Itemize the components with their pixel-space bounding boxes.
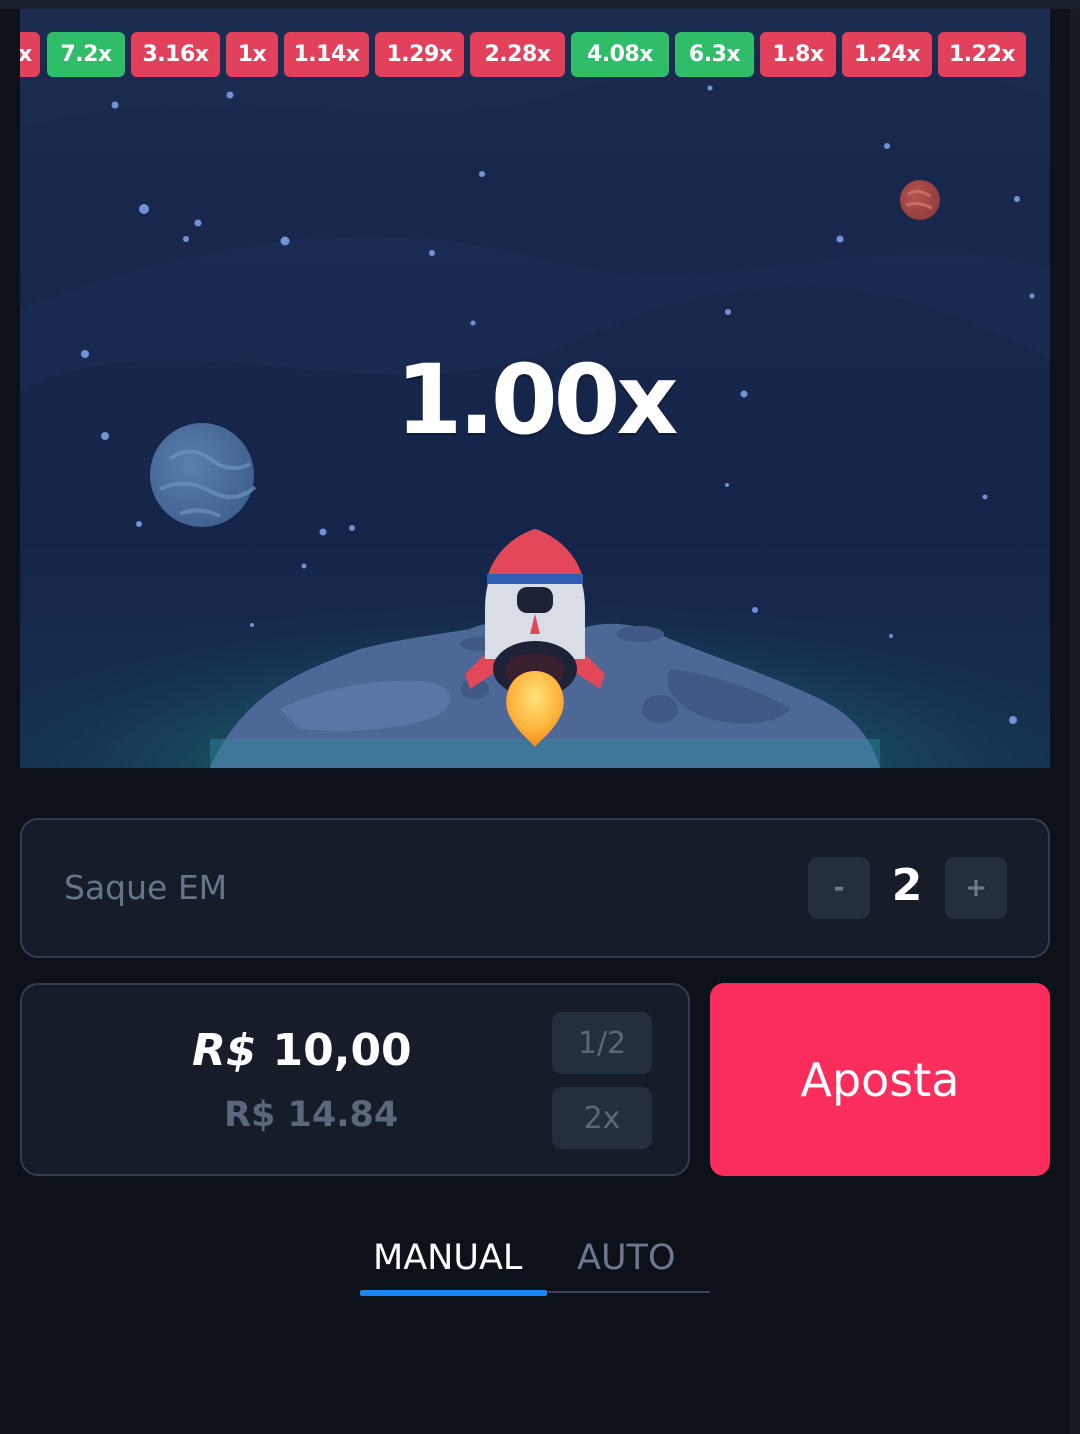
place-bet-button[interactable]: Aposta	[710, 983, 1050, 1176]
bet-mode-tabs: MANUAL AUTO	[360, 1230, 710, 1300]
history-chip: 2.28x	[470, 32, 565, 77]
history-chip: 1.29x	[375, 32, 464, 77]
red-planet	[900, 180, 940, 220]
cashout-value[interactable]: 2	[877, 860, 937, 911]
game-canvas: x 7.2x 3.16x 1x 1.14x 1.29x 2.28x 4.08x …	[20, 9, 1050, 768]
history-chip: 7.2x	[47, 32, 125, 77]
decrease-button[interactable]: -	[808, 857, 870, 919]
history-chip: 1.24x	[842, 32, 932, 77]
tab-manual[interactable]: MANUAL	[373, 1238, 522, 1278]
history-chip: 4.08x	[571, 32, 669, 77]
scrollbar[interactable]	[1070, 9, 1080, 1434]
balance-text: R$ 14.84	[224, 1095, 399, 1135]
bet-amount[interactable]: R$ 10,00	[192, 1025, 412, 1076]
history-chip: 1.8x	[760, 32, 836, 77]
top-bar	[0, 0, 1080, 9]
auto-cashout-panel: Saque EM - 2 +	[20, 818, 1050, 958]
history-chip: 1.14x	[284, 32, 369, 77]
cashout-label: Saque EM	[64, 868, 228, 907]
history-chip: 6.3x	[675, 32, 754, 77]
bet-amount-value: 10,00	[272, 1025, 412, 1076]
half-bet-button[interactable]: 1/2	[552, 1012, 652, 1074]
current-multiplier: 1.00x	[395, 344, 679, 456]
double-bet-button[interactable]: 2x	[552, 1087, 652, 1149]
active-tab-indicator	[360, 1290, 547, 1296]
bet-amount-panel: R$ 10,00 R$ 14.84 1/2 2x	[20, 983, 690, 1176]
history-chip: x	[20, 32, 40, 77]
history-chip: 1.22x	[938, 32, 1026, 77]
tab-auto[interactable]: AUTO	[577, 1238, 676, 1278]
currency-symbol: R$	[192, 1025, 257, 1076]
history-chip: 3.16x	[131, 32, 220, 77]
history-chip: 1x	[226, 32, 278, 77]
increase-button[interactable]: +	[945, 857, 1007, 919]
